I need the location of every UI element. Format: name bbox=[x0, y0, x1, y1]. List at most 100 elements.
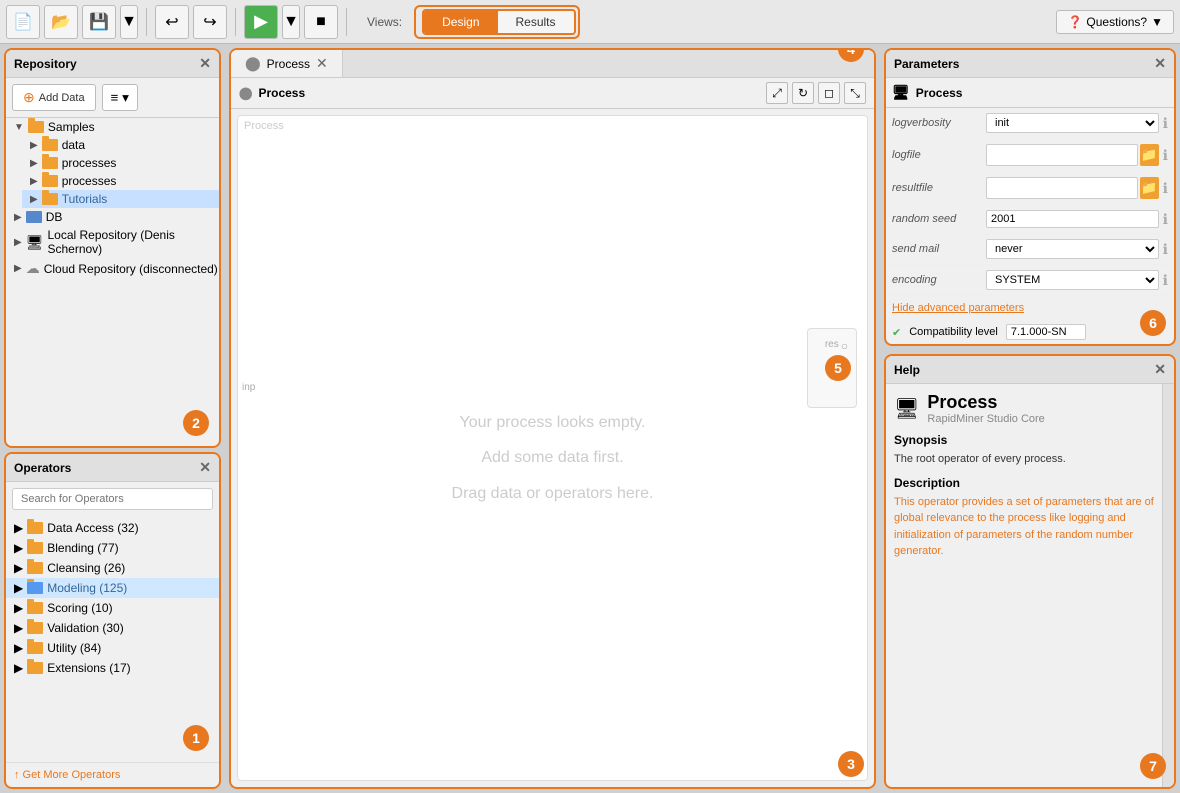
badge-3: 3 bbox=[838, 751, 864, 777]
expand-arrow: ▶ bbox=[14, 263, 22, 274]
resultfile-input[interactable] bbox=[986, 177, 1138, 199]
param-info-logfile[interactable]: ℹ bbox=[1163, 147, 1168, 164]
help-close-button[interactable]: ✕ bbox=[1154, 361, 1166, 378]
logverbosity-select[interactable]: init bbox=[986, 113, 1159, 133]
operators-item-modeling[interactable]: ▶ Modeling (125) bbox=[6, 578, 219, 598]
tree-item-tutorials[interactable]: ▶ Tutorials bbox=[22, 190, 219, 208]
operators-search-input[interactable] bbox=[12, 488, 213, 510]
tree-item-samples[interactable]: ▼ Samples bbox=[6, 118, 219, 136]
operators-header: Operators ✕ bbox=[6, 454, 219, 482]
badge-1: 1 bbox=[183, 725, 209, 751]
proc-icon-btn-3[interactable]: ◻ bbox=[818, 82, 840, 104]
save-button[interactable]: 💾 bbox=[82, 5, 116, 39]
param-info-sendmail[interactable]: ℹ bbox=[1163, 241, 1168, 258]
tree-label: data bbox=[62, 138, 85, 152]
add-data-button[interactable]: ⊕ Add Data bbox=[12, 84, 96, 111]
encoding-select[interactable]: SYSTEM bbox=[986, 270, 1159, 290]
compat-label: Compatibility level bbox=[909, 326, 998, 338]
folder-icon bbox=[42, 175, 58, 187]
help-description-title: Description bbox=[894, 476, 1154, 490]
param-label-logverbosity: logverbosity bbox=[892, 117, 982, 129]
play-arrow-button[interactable]: ▼ bbox=[282, 5, 300, 39]
open-button[interactable]: 📂 bbox=[44, 5, 78, 39]
tree-item-processes[interactable]: ▶ processes bbox=[22, 154, 219, 172]
empty-line-3: Drag data or operators here. bbox=[452, 476, 654, 511]
operators-item-data-access[interactable]: ▶ Data Access (32) bbox=[6, 518, 219, 538]
operators-item-cleansing[interactable]: ▶ Cleansing (26) bbox=[6, 558, 219, 578]
get-more-operators-link[interactable]: ↑ Get More Operators bbox=[6, 762, 219, 787]
tree-label: processes bbox=[62, 174, 117, 188]
process-port-inp: inp bbox=[242, 382, 255, 393]
param-row-logverbosity: logverbosity init ℹ bbox=[886, 108, 1174, 139]
help-synopsis-text: The root operator of every process. bbox=[894, 451, 1154, 468]
process-tab-close[interactable]: ✕ bbox=[316, 55, 328, 72]
questions-arrow: ▼ bbox=[1151, 15, 1163, 29]
logfile-input[interactable] bbox=[986, 144, 1138, 166]
process-canvas-wrapper: Process Your process looks empty. Add so… bbox=[237, 115, 868, 781]
repository-menu-button[interactable]: ≡ ▾ bbox=[102, 84, 138, 111]
resultfile-browse-button[interactable]: 📁 bbox=[1140, 177, 1159, 199]
divider2 bbox=[235, 8, 236, 36]
design-tab[interactable]: Design bbox=[424, 11, 497, 33]
proc-icon-btn-4[interactable]: ⤡ bbox=[844, 82, 866, 104]
operators-item-scoring[interactable]: ▶ Scoring (10) bbox=[6, 598, 219, 618]
hide-advanced-params-link[interactable]: Hide advanced parameters bbox=[892, 302, 1168, 314]
parameters-close-button[interactable]: ✕ bbox=[1154, 55, 1166, 72]
param-label-encoding: encoding bbox=[892, 274, 982, 286]
param-info-randomseed[interactable]: ℹ bbox=[1163, 211, 1168, 228]
param-info-encoding[interactable]: ℹ bbox=[1163, 272, 1168, 289]
folder-icon bbox=[27, 542, 43, 554]
help-scrollbar[interactable] bbox=[1162, 384, 1174, 787]
logfile-browse-button[interactable]: 📁 bbox=[1140, 144, 1159, 166]
param-row-encoding: encoding SYSTEM ℹ bbox=[886, 265, 1174, 296]
results-tab[interactable]: Results bbox=[498, 11, 574, 33]
operators-close-button[interactable]: ✕ bbox=[199, 459, 211, 476]
param-info-logverbosity[interactable]: ℹ bbox=[1163, 115, 1168, 132]
operators-item-blending[interactable]: ▶ Blending (77) bbox=[6, 538, 219, 558]
sendmail-select[interactable]: never bbox=[986, 239, 1159, 259]
help-process-icon: 🖥 bbox=[894, 396, 919, 421]
proc-icon-btn-1[interactable]: ⤢ bbox=[766, 82, 788, 104]
process-name: Process bbox=[258, 86, 305, 100]
expand-arrow: ▶ bbox=[14, 581, 23, 595]
operators-item-validation[interactable]: ▶ Validation (30) bbox=[6, 618, 219, 638]
proc-icon-btn-2[interactable]: ↻ bbox=[792, 82, 814, 104]
redo-button[interactable]: ↪ bbox=[193, 5, 227, 39]
badge-2: 2 bbox=[183, 410, 209, 436]
parameters-panel: Parameters ✕ 🖥 Process logverbosity init… bbox=[884, 48, 1176, 346]
randomseed-input[interactable] bbox=[986, 210, 1159, 228]
help-synopsis-title: Synopsis bbox=[894, 433, 1154, 447]
folder-icon bbox=[27, 562, 43, 574]
tree-item-local-repo[interactable]: ▶ 🖥 Local Repository (Denis Schernov) bbox=[6, 226, 219, 258]
operators-item-extensions[interactable]: ▶ Extensions (17) bbox=[6, 658, 219, 678]
tab-label: Process bbox=[267, 57, 310, 71]
param-info-resultfile[interactable]: ℹ bbox=[1163, 180, 1168, 197]
save-arrow-button[interactable]: ▼ bbox=[120, 5, 138, 39]
param-value-sendmail: never bbox=[986, 239, 1159, 259]
operators-item-utility[interactable]: ▶ Utility (84) bbox=[6, 638, 219, 658]
undo-button[interactable]: ↩ bbox=[155, 5, 189, 39]
help-header: Help ✕ bbox=[886, 356, 1174, 384]
op-label: Extensions (17) bbox=[47, 661, 130, 675]
compat-value-input[interactable] bbox=[1006, 324, 1086, 340]
compat-row: ✔ Compatibility level bbox=[886, 320, 1174, 344]
tree-item-templates[interactable]: ▶ processes bbox=[22, 172, 219, 190]
folder-icon bbox=[27, 622, 43, 634]
repository-close-button[interactable]: ✕ bbox=[199, 55, 211, 72]
repository-header: Repository ✕ bbox=[6, 50, 219, 78]
expand-arrow: ▶ bbox=[30, 140, 38, 151]
questions-button[interactable]: ❓ Questions? ▼ bbox=[1056, 10, 1174, 34]
tree-item-db[interactable]: ▶ DB bbox=[6, 208, 219, 226]
operators-panel: Operators ✕ ▶ Data Access (32) ▶ Blendin… bbox=[4, 452, 221, 789]
expand-arrow: ▶ bbox=[14, 521, 23, 535]
tree-item-data[interactable]: ▶ data bbox=[22, 136, 219, 154]
tree-item-cloud-repo[interactable]: ▶ ☁ Cloud Repository (disconnected) bbox=[6, 258, 219, 279]
play-button[interactable]: ▶ bbox=[244, 5, 278, 39]
new-button[interactable]: 📄 bbox=[6, 5, 40, 39]
folder-icon bbox=[42, 193, 58, 205]
process-tab-process[interactable]: ⬤ Process ✕ bbox=[231, 50, 343, 77]
stop-button[interactable]: ■ bbox=[304, 5, 338, 39]
divider3 bbox=[346, 8, 347, 36]
process-canvas[interactable]: Process Your process looks empty. Add so… bbox=[237, 115, 868, 781]
param-row-sendmail: send mail never ℹ bbox=[886, 234, 1174, 265]
